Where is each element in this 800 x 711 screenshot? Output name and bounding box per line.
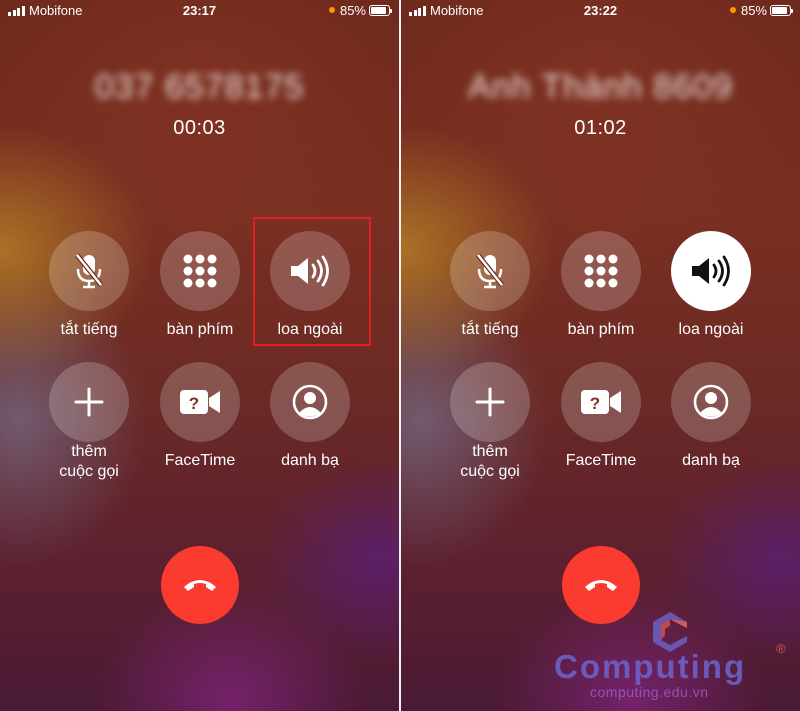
facetime-button[interactable]: ? xyxy=(160,362,240,442)
speaker-button[interactable] xyxy=(671,231,751,311)
add-call-label: thêm cuộc gọi xyxy=(435,442,545,482)
computing-brand-text: Computing xyxy=(554,648,747,685)
caller-name: Anh Thành 8609 xyxy=(468,68,733,106)
phone-hangup-icon xyxy=(585,580,617,591)
svg-text:?: ? xyxy=(590,394,600,413)
contacts-label: danh bạ xyxy=(682,452,740,469)
speaker-label: loa ngoài xyxy=(678,321,744,338)
battery-fill xyxy=(371,7,386,14)
mute-button[interactable] xyxy=(49,231,129,311)
person-circle-icon xyxy=(693,384,729,420)
speaker-wave-icon xyxy=(692,255,730,287)
battery-fill xyxy=(772,7,787,14)
facetime-video-question-icon: ? xyxy=(180,390,220,414)
facetime-label: FaceTime xyxy=(164,452,236,469)
computing-url: computing.edu.vn xyxy=(590,684,709,700)
microphone-slash-icon xyxy=(476,253,504,289)
call-screen-right: Mobifone 23:22 85% Anh Thành 8609 01:02 … xyxy=(401,0,800,711)
call-screen-left: Mobifone 23:17 85% 037 6578175 00:03 tắt… xyxy=(0,0,399,711)
end-call-button[interactable] xyxy=(161,546,239,624)
computing-watermark: Computing ® computing.edu.vn xyxy=(550,606,795,706)
status-bar: Mobifone 23:17 85% xyxy=(0,0,399,22)
orange-indicator-dot xyxy=(329,7,335,13)
status-bar: Mobifone 23:22 85% xyxy=(401,0,800,22)
caller-name: 037 6578175 xyxy=(94,68,305,106)
keypad-grid-icon xyxy=(584,254,618,288)
keypad-button[interactable] xyxy=(160,231,240,311)
keypad-label: bàn phím xyxy=(567,321,635,338)
registered-mark: ® xyxy=(776,641,786,656)
facetime-label: FaceTime xyxy=(565,452,637,469)
orange-indicator-dot xyxy=(730,7,736,13)
keypad-button[interactable] xyxy=(561,231,641,311)
add-call-label-text: thêm cuộc gọi xyxy=(59,443,119,480)
svg-text:?: ? xyxy=(189,394,199,413)
contacts-label: danh bạ xyxy=(281,452,339,469)
facetime-video-question-icon: ? xyxy=(581,390,621,414)
plus-icon xyxy=(74,387,104,417)
add-call-label: thêm cuộc gọi xyxy=(34,442,144,482)
facetime-button[interactable]: ? xyxy=(561,362,641,442)
add-call-button[interactable] xyxy=(49,362,129,442)
mute-label: tắt tiếng xyxy=(60,321,118,338)
speaker-highlight-box xyxy=(253,217,371,346)
add-call-label-text: thêm cuộc gọi xyxy=(460,443,520,480)
plus-icon xyxy=(475,387,505,417)
microphone-slash-icon xyxy=(75,253,103,289)
call-duration: 00:03 xyxy=(173,117,226,139)
keypad-grid-icon xyxy=(183,254,217,288)
keypad-label: bàn phím xyxy=(166,321,234,338)
contacts-button[interactable] xyxy=(671,362,751,442)
call-duration: 01:02 xyxy=(574,117,627,139)
mute-label: tắt tiếng xyxy=(461,321,519,338)
mute-button[interactable] xyxy=(450,231,530,311)
battery-percentage: 85% xyxy=(339,3,366,18)
person-circle-icon xyxy=(292,384,328,420)
phone-hangup-icon xyxy=(184,580,216,591)
add-call-button[interactable] xyxy=(450,362,530,442)
battery-icon xyxy=(770,5,793,16)
contacts-button[interactable] xyxy=(270,362,350,442)
battery-percentage: 85% xyxy=(740,3,767,18)
battery-icon xyxy=(369,5,392,16)
